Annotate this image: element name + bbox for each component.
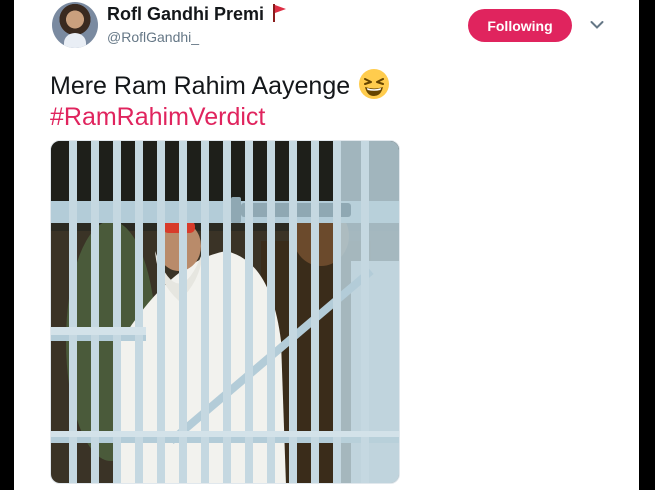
avatar[interactable] bbox=[52, 2, 98, 48]
tweet-text: Mere Ram Rahim Aayenge bbox=[50, 68, 390, 103]
following-button[interactable]: Following bbox=[468, 9, 572, 42]
grinning-squinting-face-icon bbox=[359, 69, 390, 99]
tweet-text-content: Mere Ram Rahim Aayenge bbox=[50, 72, 351, 100]
red-flag-icon bbox=[273, 4, 286, 22]
display-name[interactable]: Rofl Gandhi Premi bbox=[107, 4, 264, 25]
tweet-photo[interactable] bbox=[50, 140, 400, 484]
chevron-down-icon[interactable] bbox=[590, 20, 604, 30]
user-handle[interactable]: @RoflGandhi_ bbox=[107, 29, 199, 45]
hashtag-link[interactable]: #RamRahimVerdict bbox=[50, 101, 265, 134]
tweet-card: Rofl Gandhi Premi @RoflGandhi_ Following… bbox=[14, 0, 639, 490]
jail-photo bbox=[51, 141, 399, 483]
